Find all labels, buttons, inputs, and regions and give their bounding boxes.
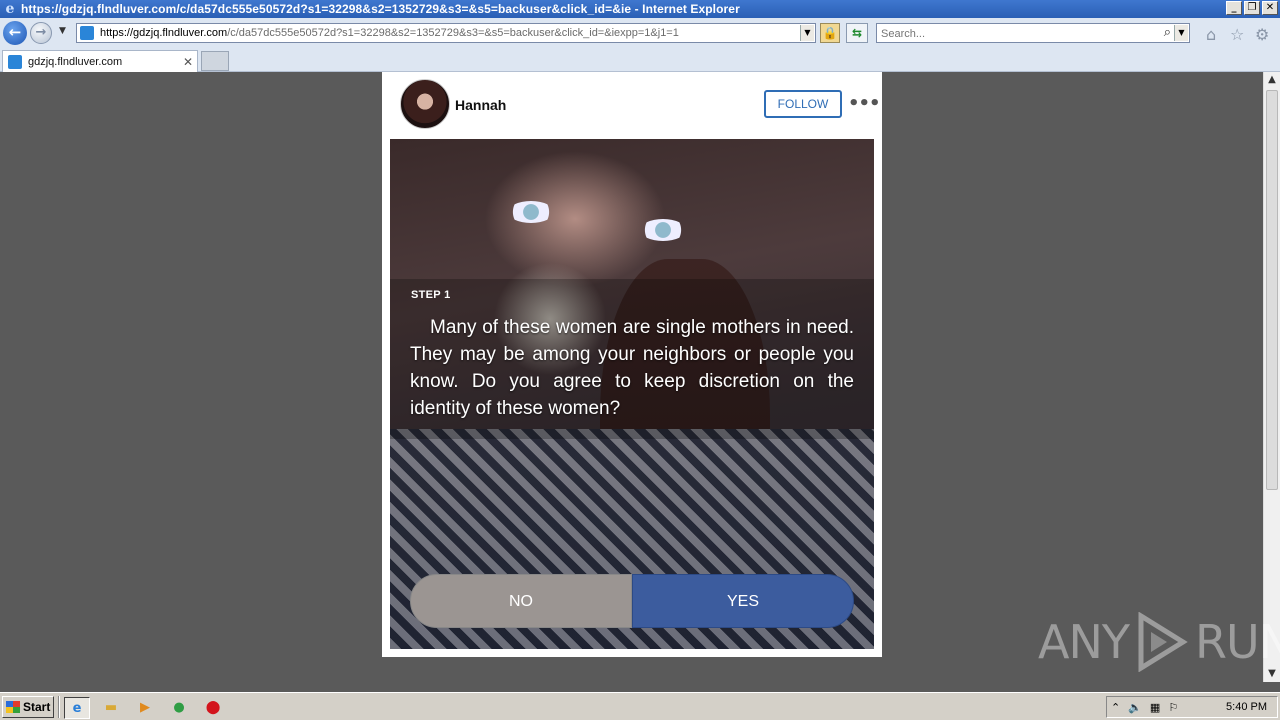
window-controls: _ ❐ ✕: [1226, 1, 1278, 15]
close-window-button[interactable]: ✕: [1262, 1, 1278, 15]
photo-eye-left: [508, 201, 554, 223]
file-explorer-taskbar-icon[interactable]: ▬: [98, 697, 124, 719]
favorites-star-icon[interactable]: ☆: [1230, 25, 1244, 44]
search-box[interactable]: ⌕ ▼: [876, 23, 1190, 43]
post-card: Hannah FOLLOW ••• STEP 1 Many of these w…: [382, 72, 882, 657]
chrome-taskbar-icon[interactable]: ●: [166, 697, 192, 719]
action-center-flag-icon[interactable]: ⚐: [1168, 701, 1178, 714]
post-username[interactable]: Hannah: [455, 97, 506, 113]
home-icon[interactable]: ⌂: [1206, 25, 1216, 44]
forward-button[interactable]: →: [30, 22, 52, 44]
taskbar: Start e ▬ ▶ ● ⬤ ⌃ 🔈 ▦ ⚐ 5:40 PM: [0, 692, 1280, 720]
settings-gear-icon[interactable]: ⚙: [1255, 25, 1269, 44]
tab-close-icon[interactable]: ✕: [183, 55, 197, 69]
system-tray: ⌃ 🔈 ▦ ⚐ 5:40 PM: [1106, 696, 1278, 718]
tab-favicon-icon: [8, 54, 22, 69]
address-bar[interactable]: https://gdzjq.flndluver.com/c/da57dc555e…: [76, 23, 816, 43]
media-player-taskbar-icon[interactable]: ▶: [132, 697, 158, 719]
new-tab-button[interactable]: [201, 51, 229, 71]
scroll-up-icon[interactable]: ▲: [1264, 72, 1280, 88]
opera-taskbar-icon[interactable]: ⬤: [200, 697, 226, 719]
post-photo: STEP 1 Many of these women are single mo…: [390, 139, 874, 649]
scrollbar-thumb[interactable]: [1266, 90, 1278, 490]
watermark-right-text: RUN: [1194, 615, 1280, 669]
yes-button[interactable]: YES: [632, 574, 854, 628]
photo-eye-right: [640, 219, 686, 241]
windows-logo-icon: [6, 701, 20, 713]
follow-button[interactable]: FOLLOW: [764, 90, 842, 118]
start-button[interactable]: Start: [2, 696, 54, 718]
page-favicon-icon: [80, 26, 94, 40]
search-dropdown-icon[interactable]: ▼: [1174, 25, 1188, 41]
play-logo-icon: [1138, 612, 1188, 672]
compatibility-refresh-icon[interactable]: ⇆: [846, 23, 868, 43]
avatar[interactable]: [400, 79, 450, 129]
url-path: /c/da57dc555e50572d?s1=32298&s2=1352729&…: [227, 27, 679, 39]
address-url[interactable]: https://gdzjq.flndluver.com/c/da57dc555e…: [100, 27, 800, 39]
search-input[interactable]: [877, 25, 1147, 43]
navigation-bar: ← → ▼ https://gdzjq.flndluver.com/c/da57…: [0, 18, 1280, 48]
anyrun-watermark: ANY RUN: [1038, 612, 1280, 672]
network-icon[interactable]: ▦: [1150, 701, 1160, 714]
taskbar-separator: [58, 696, 60, 718]
taskbar-clock[interactable]: 5:40 PM: [1226, 701, 1267, 713]
address-dropdown-icon[interactable]: ▼: [800, 25, 814, 41]
window-title: https://gdzjq.flndluver.com/c/da57dc555e…: [21, 2, 740, 16]
no-button[interactable]: NO: [410, 574, 632, 628]
url-host: https://gdzjq.flndluver.com: [100, 27, 228, 39]
more-options-icon[interactable]: •••: [848, 93, 881, 114]
search-icon[interactable]: ⌕: [1164, 25, 1171, 40]
tab-title: gdzjq.flndluver.com: [28, 55, 123, 68]
volume-icon[interactable]: 🔈: [1128, 701, 1142, 714]
watermark-left-text: ANY: [1038, 615, 1130, 669]
minimize-button[interactable]: _: [1226, 1, 1242, 15]
start-label: Start: [23, 700, 51, 714]
show-hidden-icons-icon[interactable]: ⌃: [1111, 701, 1120, 714]
recent-pages-dropdown-icon[interactable]: ▼: [59, 26, 66, 36]
question-text: Many of these women are single mothers i…: [410, 317, 854, 419]
window-titlebar: e https://gdzjq.flndluver.com/c/da57dc55…: [0, 0, 1280, 18]
back-button[interactable]: ←: [3, 21, 27, 45]
tab-active[interactable]: gdzjq.flndluver.com ✕: [2, 50, 198, 72]
step-label: STEP 1: [411, 289, 451, 301]
lock-icon[interactable]: 🔒: [820, 23, 840, 43]
tab-bar: gdzjq.flndluver.com ✕: [0, 48, 1280, 72]
internet-explorer-taskbar-icon[interactable]: e: [64, 697, 90, 719]
internet-explorer-icon: e: [5, 1, 15, 17]
vertical-scrollbar[interactable]: ▲ ▼: [1263, 72, 1280, 682]
restore-button[interactable]: ❐: [1244, 1, 1260, 15]
